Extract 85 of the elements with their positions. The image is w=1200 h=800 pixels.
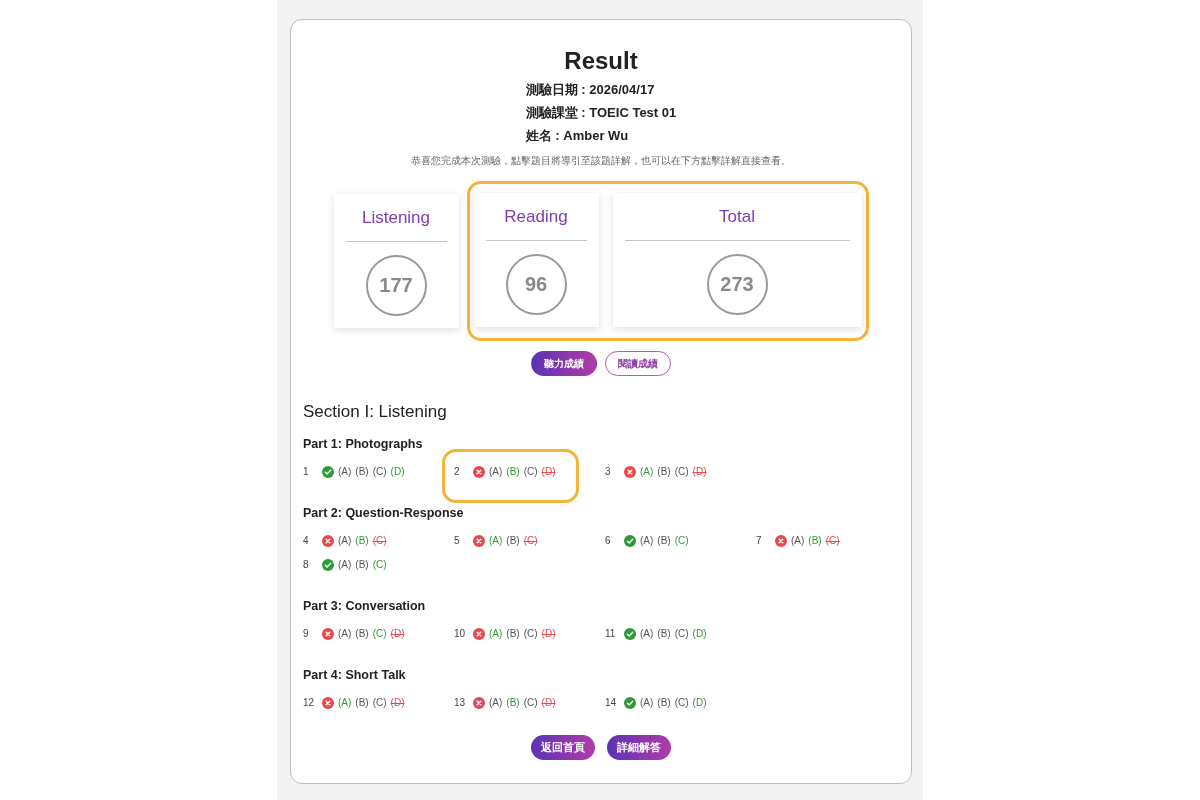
answer-choice: (A) — [640, 696, 654, 710]
score-card-title: Total — [718, 206, 756, 228]
answer-choice: (D) — [390, 627, 405, 641]
answer-choice: (D) — [692, 627, 707, 641]
question-number[interactable]: 13 — [454, 695, 468, 711]
answer-choice: (A) — [338, 558, 352, 572]
answer-choice: (A) — [640, 627, 654, 641]
question-number[interactable]: 10 — [454, 626, 468, 642]
question-number[interactable]: 14 — [605, 695, 619, 711]
question-number[interactable]: 12 — [303, 695, 317, 711]
answer-choice: (A) — [338, 627, 352, 641]
answer-choice: (D) — [390, 696, 405, 710]
answer-choice: (B) — [657, 534, 671, 548]
question-number[interactable]: 2 — [454, 464, 468, 480]
answer-choice: (A) — [489, 534, 503, 548]
part-title: Part 1: Photographs — [303, 436, 424, 453]
answer-choice: (D) — [541, 465, 556, 479]
test-info-line: 測驗課堂 : TOEIC Test 01 — [525, 104, 677, 122]
score-circle: 273 — [706, 254, 768, 315]
answer-choice: (D) — [692, 465, 707, 479]
answer-choice: (C) — [372, 534, 387, 548]
instruction-text: 恭喜您完成本次測驗，點擊題目將導引至該題詳解，也可以在下方點擊詳解直接查看。 — [410, 154, 792, 168]
answer-choice: (C) — [523, 534, 538, 548]
answer-choice: (A) — [489, 627, 503, 641]
answer-choice: (C) — [372, 558, 387, 572]
answer-choice: (C) — [674, 465, 689, 479]
test-info-line: 測驗日期 : 2026/04/17 — [525, 81, 656, 99]
score-circle: 177 — [365, 255, 427, 316]
answer-choice: (C) — [523, 696, 538, 710]
part-title: Part 4: Short Talk — [303, 667, 407, 684]
answer-choice: (A) — [338, 534, 352, 548]
answer-choice: (A) — [791, 534, 805, 548]
part-title: Part 3: Conversation — [303, 598, 427, 615]
score-circle: 96 — [505, 254, 567, 315]
answer-choice: (C) — [523, 627, 538, 641]
question-number[interactable]: 5 — [454, 533, 468, 549]
answer-choice: (D) — [541, 627, 556, 641]
answer-choice: (B) — [506, 627, 520, 641]
action-button[interactable]: 返回首頁 — [531, 735, 595, 760]
answer-choice: (B) — [355, 696, 369, 710]
answer-choice: (C) — [372, 465, 387, 479]
score-tab[interactable]: 閱讀成績 — [605, 351, 671, 376]
answer-choice: (A) — [640, 534, 654, 548]
score-card-title: Listening — [360, 207, 432, 229]
question-number[interactable]: 1 — [303, 464, 317, 480]
answer-choice: (B) — [506, 534, 520, 548]
answer-choice: (C) — [674, 627, 689, 641]
answer-choice: (B) — [808, 534, 822, 548]
question-number[interactable]: 11 — [605, 626, 619, 642]
answer-choice: (B) — [657, 465, 671, 479]
answer-choice: (A) — [338, 465, 352, 479]
section-title: Section I: Listening — [303, 401, 448, 423]
answer-choice: (D) — [390, 465, 405, 479]
action-button[interactable]: 詳細解答 — [607, 735, 671, 760]
answer-choice: (D) — [541, 696, 556, 710]
answer-choice: (C) — [825, 534, 840, 548]
answer-choice: (B) — [506, 696, 520, 710]
answer-choice: (B) — [355, 534, 369, 548]
question-number[interactable]: 7 — [756, 533, 770, 549]
score-tab[interactable]: 聽力成績 — [531, 351, 597, 376]
answer-choice: (C) — [372, 627, 387, 641]
answer-choice: (B) — [355, 558, 369, 572]
answer-choice: (A) — [489, 696, 503, 710]
question-number[interactable]: 6 — [605, 533, 619, 549]
answer-choice: (C) — [372, 696, 387, 710]
question-number[interactable]: 3 — [605, 464, 619, 480]
part-title: Part 2: Question-Response — [303, 505, 465, 522]
score-card-title: Reading — [503, 206, 569, 228]
answer-choice: (B) — [506, 465, 520, 479]
question-number[interactable]: 9 — [303, 626, 317, 642]
question-number[interactable]: 4 — [303, 533, 317, 549]
answer-choice: (B) — [657, 627, 671, 641]
answer-choice: (C) — [523, 465, 538, 479]
answer-choice: (D) — [692, 696, 707, 710]
answer-choice: (A) — [338, 696, 352, 710]
answer-choice: (B) — [657, 696, 671, 710]
answer-choice: (B) — [355, 465, 369, 479]
answer-choice: (A) — [640, 465, 654, 479]
result-title: Result — [563, 46, 639, 76]
question-number[interactable]: 8 — [303, 557, 317, 573]
answer-choice: (C) — [674, 696, 689, 710]
answer-choice: (A) — [489, 465, 503, 479]
answer-choice: (C) — [674, 534, 689, 548]
answer-choice: (B) — [355, 627, 369, 641]
test-info-line: 姓名 : Amber Wu — [525, 127, 630, 145]
